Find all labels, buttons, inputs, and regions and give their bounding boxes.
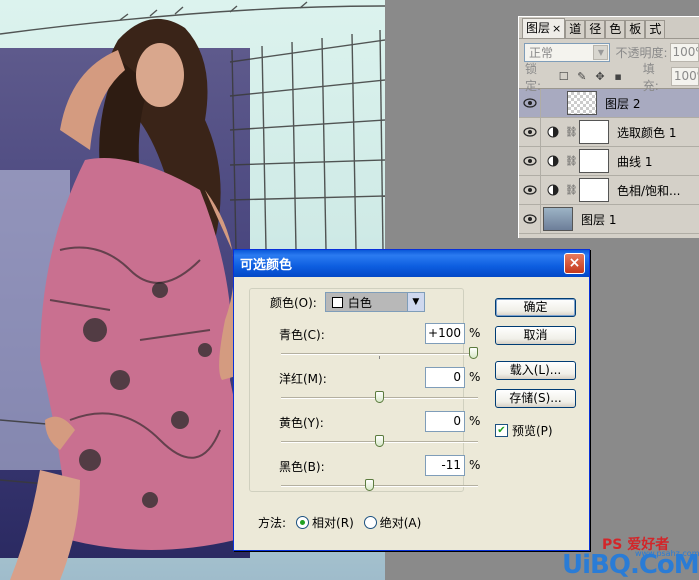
dialog-title-bar[interactable]: 可选颜色 × bbox=[234, 250, 589, 277]
lock-brush-icon[interactable]: ✎ bbox=[576, 70, 587, 83]
tab-paths[interactable]: 径 bbox=[585, 20, 606, 38]
tab-close-icon[interactable]: × bbox=[552, 22, 561, 35]
preview-row: ✔ 预览(P) bbox=[495, 422, 553, 439]
tab-layers-label: 图层 bbox=[526, 21, 551, 35]
layer-name: 曲线 1 bbox=[617, 154, 653, 169]
slider-center-tick bbox=[379, 356, 380, 359]
lock-fill-row: 锁定: ☐ ✎ ✥ ▪ 填充: 100% bbox=[519, 62, 699, 93]
chevron-down-icon: ▼ bbox=[593, 44, 609, 60]
layer-mask-thumbnail bbox=[579, 178, 609, 202]
color-swatch-icon bbox=[331, 296, 343, 308]
cyan-input[interactable]: +100 bbox=[425, 323, 465, 344]
cyan-slider-track[interactable] bbox=[281, 353, 478, 355]
tab-color[interactable]: 色 bbox=[605, 20, 626, 38]
yellow-slider-thumb[interactable] bbox=[375, 435, 384, 447]
panel-tab-strip: 图层 × 道 径 色 板 式 bbox=[519, 17, 699, 39]
absolute-radio-label[interactable]: 绝对(A) bbox=[380, 514, 422, 531]
eye-icon[interactable] bbox=[519, 146, 541, 176]
layer-list: 图层 2 ⛓ 选取颜色 1 ⛓ 曲线 1 ⛓ 色相/饱和... 图层 1 bbox=[519, 88, 699, 234]
cyan-percent: % bbox=[469, 326, 481, 340]
layer-thumbnail bbox=[543, 207, 573, 231]
preview-label[interactable]: 预览(P) bbox=[512, 422, 553, 439]
layer-name: 色相/饱和... bbox=[617, 183, 681, 198]
magenta-percent: % bbox=[469, 370, 481, 384]
relative-radio[interactable] bbox=[296, 516, 310, 529]
blend-mode-value: 正常 bbox=[529, 45, 554, 60]
adjustment-layer-icon bbox=[541, 155, 565, 167]
chain-link-icon[interactable]: ⛓ bbox=[565, 127, 578, 138]
tab-layers[interactable]: 图层 × bbox=[522, 18, 566, 38]
opacity-label: 不透明度: bbox=[615, 45, 668, 60]
tab-swatches[interactable]: 板 bbox=[625, 20, 646, 38]
yellow-input[interactable]: 0 bbox=[425, 411, 465, 432]
tab-color-label: 色 bbox=[609, 22, 622, 36]
black-slider-track[interactable] bbox=[281, 485, 478, 487]
adjustment-layer-icon bbox=[541, 184, 565, 196]
tab-paths-label: 径 bbox=[589, 22, 602, 36]
adjustment-layer-icon bbox=[541, 126, 565, 138]
yellow-percent: % bbox=[469, 414, 481, 428]
save-button[interactable]: 存储(S)... bbox=[495, 389, 576, 408]
chain-link-icon[interactable]: ⛓ bbox=[565, 156, 578, 167]
yellow-label: 黄色(Y): bbox=[279, 416, 324, 430]
lock-move-icon[interactable]: ✥ bbox=[594, 70, 605, 83]
black-input[interactable]: -11 bbox=[425, 455, 465, 476]
chain-link-icon[interactable]: ⛓ bbox=[565, 185, 578, 196]
layer-thumbnail bbox=[567, 91, 597, 115]
method-label: 方法: bbox=[258, 516, 287, 530]
cyan-label: 青色(C): bbox=[279, 328, 325, 342]
layer-mask-thumbnail bbox=[579, 149, 609, 173]
blend-opacity-row: 正常 ▼ 不透明度: 100% bbox=[519, 39, 699, 65]
layer-row[interactable]: ⛓ 选取颜色 1 bbox=[519, 117, 699, 147]
eye-icon[interactable] bbox=[519, 117, 541, 147]
layer-mask-thumbnail bbox=[579, 120, 609, 144]
chevron-down-icon: ▼ bbox=[406, 293, 424, 311]
tab-swatches-label: 板 bbox=[629, 22, 642, 36]
fill-field[interactable]: 100% bbox=[670, 67, 699, 86]
lock-transparency-icon[interactable]: ☐ bbox=[558, 70, 569, 83]
layer-row[interactable]: ⛓ 曲线 1 bbox=[519, 146, 699, 176]
magenta-label: 洋红(M): bbox=[279, 372, 327, 386]
colors-value: 白色 bbox=[347, 295, 372, 310]
eye-icon[interactable] bbox=[519, 204, 541, 234]
layer-row[interactable]: ⛓ 色相/饱和... bbox=[519, 175, 699, 205]
lock-all-icon[interactable]: ▪ bbox=[613, 70, 624, 83]
tab-channels-label: 道 bbox=[569, 22, 582, 36]
tab-styles[interactable]: 式 bbox=[645, 20, 666, 38]
black-percent: % bbox=[469, 458, 481, 472]
colors-select[interactable]: 白色 ▼ bbox=[324, 292, 425, 312]
magenta-input[interactable]: 0 bbox=[425, 367, 465, 388]
eye-icon[interactable] bbox=[519, 88, 541, 118]
tab-styles-label: 式 bbox=[649, 22, 662, 36]
opacity-field[interactable]: 100% bbox=[669, 42, 699, 62]
dialog-title: 可选颜色 bbox=[240, 258, 293, 273]
relative-radio-label[interactable]: 相对(R) bbox=[312, 514, 354, 531]
load-button[interactable]: 载入(L)... bbox=[495, 361, 576, 380]
layer-row[interactable]: 图层 1 bbox=[519, 204, 699, 234]
tab-channels[interactable]: 道 bbox=[565, 20, 586, 38]
black-slider-thumb[interactable] bbox=[364, 479, 374, 491]
fill-label: 填充: bbox=[642, 61, 659, 93]
layer-name: 图层 1 bbox=[581, 212, 617, 227]
cancel-button[interactable]: 取消 bbox=[495, 326, 576, 345]
watermark-sub-text: www.psahz.com bbox=[635, 549, 699, 558]
magenta-slider-thumb[interactable] bbox=[375, 391, 384, 403]
layer-name: 图层 2 bbox=[605, 96, 641, 111]
method-row: 方法: 相对(R) 绝对(A) bbox=[258, 514, 421, 531]
selective-color-dialog: 可选颜色 × 颜色(O): 白色 ▼ 青色(C): +100 % 洋红(M): … bbox=[233, 249, 590, 551]
blend-mode-select[interactable]: 正常 ▼ bbox=[524, 42, 611, 62]
cyan-slider-thumb[interactable] bbox=[469, 347, 478, 359]
ok-button[interactable]: 确定 bbox=[495, 298, 576, 317]
watermark-logo: PS 爱好者 UiBQ.CoM www.psahz.com bbox=[562, 532, 699, 580]
colors-label: 颜色(O): bbox=[270, 295, 317, 310]
absolute-radio[interactable] bbox=[363, 516, 377, 529]
colors-row: 颜色(O): 白色 ▼ bbox=[270, 292, 429, 312]
eye-icon[interactable] bbox=[519, 175, 541, 205]
layer-name: 选取颜色 1 bbox=[617, 125, 677, 140]
close-button[interactable]: × bbox=[564, 253, 585, 274]
preview-checkbox[interactable]: ✔ bbox=[495, 424, 508, 437]
layers-panel: 图层× 道 径 色 板 式 正常 ▼ 不透明度: 100% 锁定: ☐ ✎ ✥ … bbox=[518, 16, 699, 238]
black-label: 黑色(B): bbox=[279, 460, 325, 474]
color-group-box: 颜色(O): 白色 ▼ 青色(C): +100 % 洋红(M): 0 % 黄色(… bbox=[249, 288, 480, 492]
